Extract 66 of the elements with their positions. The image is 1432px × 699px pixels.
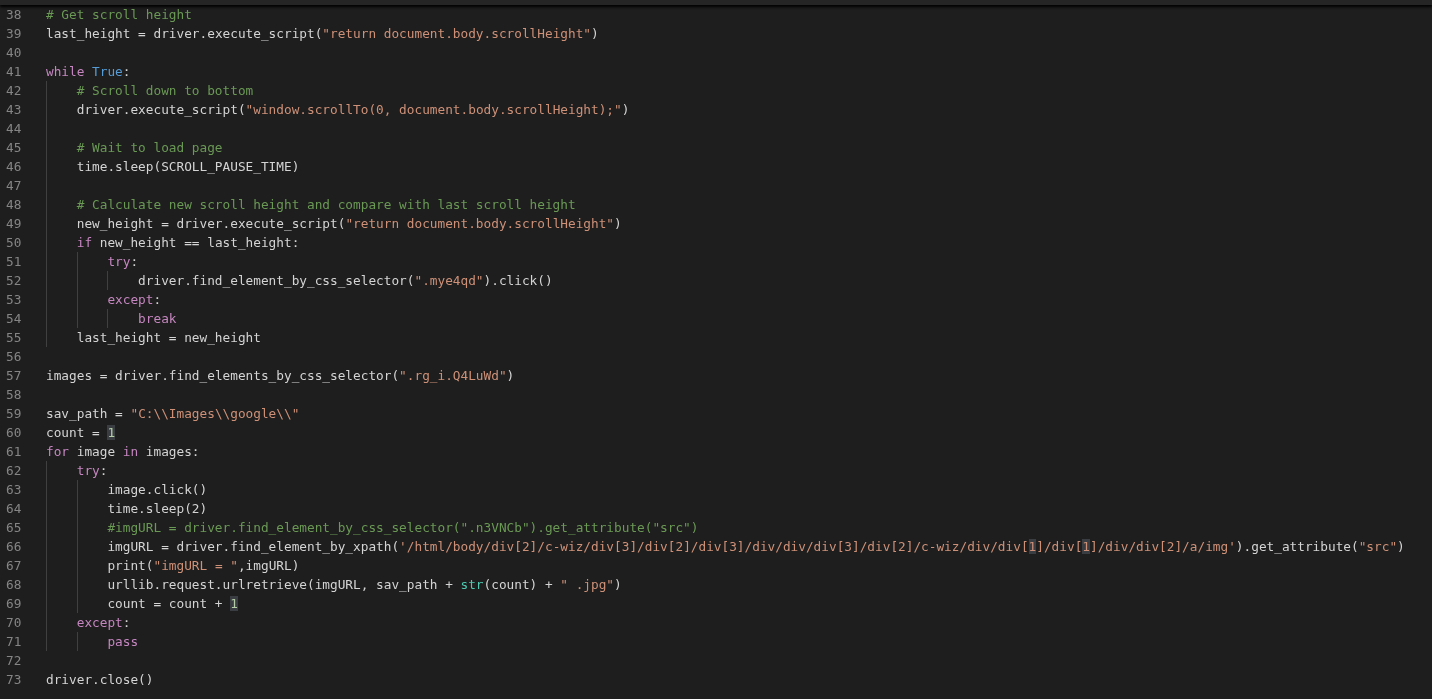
line-number: 70 [5, 614, 23, 632]
line-number: 64 [5, 500, 23, 518]
code-line: #imgURL = driver.find_element_by_css_selector(".n3VNCb").get_attribute("src") [107, 519, 699, 537]
code-line: driver.close() [46, 671, 154, 689]
line-number: 49 [5, 215, 23, 233]
line-number: 68 [5, 576, 23, 594]
line-number: 67 [5, 557, 23, 575]
code-line: driver.find_element_by_css_selector(".mye4qd").click() [138, 272, 553, 290]
code-line: break [138, 310, 177, 328]
line-number: 72 [5, 652, 23, 670]
line-number: 44 [5, 120, 23, 138]
code-line: # Calculate new scroll height and compare with last scroll height [76, 196, 576, 214]
code-line: sav_path = "C:\\Images\\google\\" [46, 405, 300, 423]
code-line: count = count + 1 [107, 595, 238, 613]
line-number: 53 [5, 291, 23, 309]
code-line: last_height = driver.execute_script("return document.body.scrollHeight") [46, 25, 599, 43]
code-line: driver.execute_script("window.scrollTo(0, document.body.scrollHeight);") [76, 101, 630, 119]
line-number: 46 [5, 158, 23, 176]
code-line: try: [107, 253, 139, 271]
code-line: # Wait to load page [76, 139, 223, 157]
line-number: 61 [5, 443, 23, 461]
code-line: if new_height == last_height: [76, 234, 300, 252]
code-line: pass [107, 633, 139, 651]
line-number: 63 [5, 481, 23, 499]
code-line: last_height = new_height [76, 329, 261, 347]
code-line: for image in images: [46, 443, 200, 461]
line-number: 73 [5, 671, 23, 689]
line-number: 65 [5, 519, 23, 537]
line-number: 42 [5, 82, 23, 100]
code-line: imgURL = driver.find_element_by_xpath('/html/body/div[2]/c-wiz/div[3]/div[2]/div[3]/div/div/div[3]/div[2]/c-wiz/div/div[1]/div[1]/div/div[2]/a/img').get_attribute("src") [107, 538, 1405, 556]
code-line: images = driver.find_elements_by_css_selector(".rg_i.Q4LuWd") [46, 367, 515, 385]
code-line: count = 1 [46, 424, 116, 442]
line-number: 51 [5, 253, 23, 271]
line-number: 47 [5, 177, 23, 195]
line-number: 54 [5, 310, 23, 328]
code-line: # Get scroll height [46, 6, 192, 24]
line-number: 71 [5, 633, 23, 651]
line-number: 43 [5, 101, 23, 119]
code-line: time.sleep(2) [107, 500, 208, 518]
code-line: new_height = driver.execute_script("return document.body.scrollHeight") [76, 215, 622, 233]
line-number: 41 [5, 63, 23, 81]
line-number: 62 [5, 462, 23, 480]
line-number: 58 [5, 386, 23, 404]
code-line: print("imgURL = ",imgURL) [107, 557, 300, 575]
line-number: 56 [5, 348, 23, 366]
line-number: 40 [5, 44, 23, 62]
line-number: 45 [5, 139, 23, 157]
code-line: except: [76, 614, 131, 632]
line-number: 48 [5, 196, 23, 214]
code-line: try: [76, 462, 108, 480]
line-number: 55 [5, 329, 23, 347]
code-line: while True: [46, 63, 131, 81]
line-number: 57 [5, 367, 23, 385]
code-line: # Scroll down to bottom [76, 82, 254, 100]
line-number: 38 [5, 6, 23, 24]
line-number: 69 [5, 595, 23, 613]
code-line: urllib.request.urlretrieve(imgURL, sav_path + str(count) + " .jpg") [107, 576, 622, 594]
line-number: 50 [5, 234, 23, 252]
line-number: 60 [5, 424, 23, 442]
code-line: image.click() [107, 481, 208, 499]
line-number: 39 [5, 25, 23, 43]
code-line: except: [107, 291, 162, 309]
line-number: 66 [5, 538, 23, 556]
code-line: time.sleep(SCROLL_PAUSE_TIME) [76, 158, 300, 176]
line-number: 59 [5, 405, 23, 423]
line-number: 52 [5, 272, 23, 290]
